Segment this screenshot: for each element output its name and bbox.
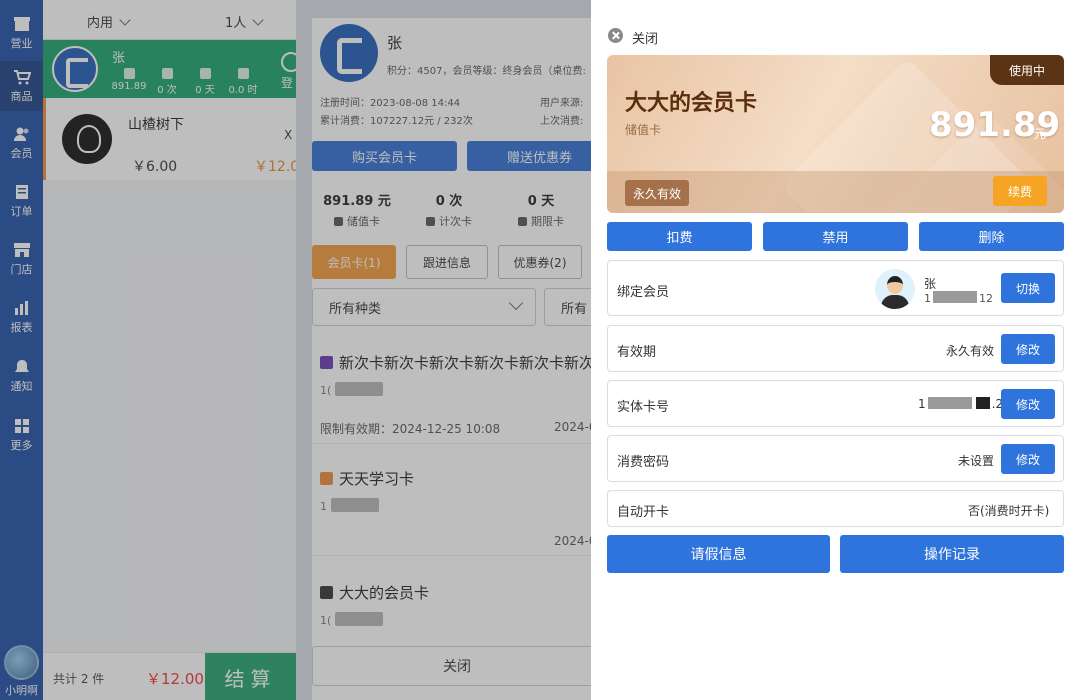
card-type: 储值卡 bbox=[625, 123, 662, 137]
edit-validity-button[interactable]: 修改 bbox=[1001, 334, 1055, 364]
row-label: 绑定会员 bbox=[617, 285, 670, 300]
bound-member-phone: 1 12 bbox=[924, 291, 993, 305]
card-balance-unit: 元 bbox=[1034, 127, 1047, 141]
card-detail-drawer: 关闭 使用中 大大的会员卡 储值卡 891.89 元 永久有效 续费 扣费 禁用… bbox=[591, 0, 1080, 700]
deduct-button[interactable]: 扣费 bbox=[607, 222, 752, 251]
status-badge: 使用中 bbox=[990, 55, 1064, 85]
password-row: 消费密码 未设置 修改 bbox=[607, 435, 1064, 482]
leave-info-button[interactable]: 请假信息 bbox=[607, 535, 830, 573]
auto-open-row[interactable]: 自动开卡 否(消费时开卡) bbox=[607, 490, 1064, 527]
row-label: 有效期 bbox=[617, 345, 657, 360]
row-label: 实体卡号 bbox=[617, 400, 670, 415]
close-icon[interactable] bbox=[608, 28, 623, 43]
switch-member-button[interactable]: 切换 bbox=[1001, 273, 1055, 303]
validity-row: 有效期 永久有效 修改 bbox=[607, 325, 1064, 372]
operation-log-button[interactable]: 操作记录 bbox=[840, 535, 1064, 573]
delete-button[interactable]: 删除 bbox=[919, 222, 1064, 251]
card-number-value: 1.2 bbox=[918, 397, 1004, 411]
close-link[interactable]: 关闭 bbox=[632, 28, 658, 47]
card-number-row: 实体卡号 1.2 修改 bbox=[607, 380, 1064, 427]
member-card-visual: 使用中 大大的会员卡 储值卡 891.89 元 永久有效 续费 bbox=[607, 55, 1064, 213]
validity-tag: 永久有效 bbox=[625, 180, 690, 206]
row-label: 自动开卡 bbox=[617, 505, 670, 520]
password-value: 未设置 bbox=[958, 454, 995, 468]
masked-value bbox=[975, 397, 990, 409]
renew-button[interactable]: 续费 bbox=[993, 176, 1047, 206]
auto-open-value: 否(消费时开卡) bbox=[968, 504, 1050, 518]
edit-card-number-button[interactable]: 修改 bbox=[1001, 389, 1055, 419]
bound-member-name: 张 bbox=[924, 277, 937, 291]
bind-member-row: 绑定会员 张 1 12 切换 bbox=[607, 260, 1064, 316]
disable-button[interactable]: 禁用 bbox=[763, 222, 908, 251]
masked-value bbox=[933, 291, 977, 303]
card-title: 大大的会员卡 bbox=[625, 91, 758, 116]
modal-overlay[interactable] bbox=[0, 0, 591, 700]
validity-value: 永久有效 bbox=[946, 344, 995, 358]
edit-password-button[interactable]: 修改 bbox=[1001, 444, 1055, 474]
masked-value bbox=[927, 397, 972, 409]
row-label: 消费密码 bbox=[617, 455, 670, 470]
avatar bbox=[875, 269, 915, 309]
